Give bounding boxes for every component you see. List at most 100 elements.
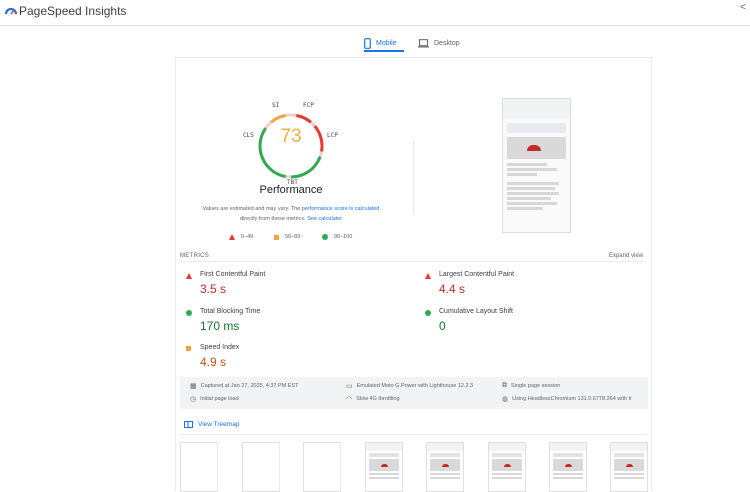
fail-triangle-icon bbox=[186, 273, 192, 279]
average-square-icon bbox=[274, 234, 279, 240]
pass-circle-icon bbox=[425, 310, 431, 316]
frame-line bbox=[369, 473, 399, 475]
view-treemap-button[interactable]: View Treemap bbox=[184, 417, 239, 431]
info-session: ⧉ Single page session bbox=[502, 382, 560, 390]
device-tabs: Mobile Desktop bbox=[0, 27, 750, 57]
frame-line bbox=[369, 477, 399, 479]
metric-value: 4.9 s bbox=[200, 355, 227, 369]
gauge-segment-tbt bbox=[290, 156, 322, 179]
info-emulated: ▭ Emulated Moto G Power with Lighthouse … bbox=[346, 382, 473, 390]
see-calculator-link[interactable]: See calculator bbox=[307, 216, 342, 222]
filmstrip-frame bbox=[365, 442, 403, 492]
thumb-text-line bbox=[507, 197, 551, 200]
frame-line bbox=[553, 473, 583, 475]
filmstrip-frame bbox=[488, 442, 526, 492]
frame-bar bbox=[614, 453, 644, 457]
frame-image bbox=[430, 459, 460, 471]
legend-fail-range: 0–49 bbox=[241, 234, 254, 240]
app-title: PageSpeed Insights bbox=[19, 4, 127, 18]
active-tab-indicator bbox=[364, 50, 404, 52]
captured-text: Captured at Jan 27, 2025, 4:37 PM EST bbox=[200, 383, 299, 389]
metric-value: 170 ms bbox=[200, 319, 240, 333]
laptop-icon bbox=[418, 38, 429, 47]
tab-desktop[interactable]: Desktop bbox=[418, 31, 460, 55]
info-browser: ◍ Using HeadlessChromium 131.0.6778.264 … bbox=[502, 395, 632, 403]
tab-mobile-label: Mobile bbox=[376, 39, 397, 47]
estimated-prefix: Values are estimated and may vary. The bbox=[202, 206, 301, 212]
gauge-tag-fcp: FCP bbox=[303, 102, 314, 109]
filmstrip-frame bbox=[303, 442, 341, 492]
frame-bar bbox=[369, 453, 399, 457]
thumb-text-line bbox=[507, 192, 559, 195]
filmstrip-frame bbox=[426, 442, 464, 492]
legend-fail: 0–49 bbox=[229, 234, 253, 240]
browser-icon: ◍ bbox=[502, 396, 509, 403]
thumb-text-line bbox=[507, 173, 537, 176]
frame-header bbox=[611, 443, 647, 451]
legend-average-range: 50–89 bbox=[285, 234, 301, 240]
metric-value: 0 bbox=[439, 319, 446, 333]
frame-line bbox=[614, 473, 644, 475]
phone-icon bbox=[364, 37, 371, 49]
throttling-text: Slow 4G throttling bbox=[356, 396, 400, 402]
legend-pass: 90–100 bbox=[322, 234, 352, 240]
thumb-hero-image bbox=[507, 137, 566, 159]
score-calculated-link[interactable]: performance score is calculated bbox=[302, 206, 380, 212]
thumb-text-line bbox=[507, 163, 547, 166]
report-panel: 73 SI FCP LCP TBT CLS Performance Values… bbox=[175, 57, 652, 492]
frame-header bbox=[366, 443, 402, 451]
thumb-header bbox=[503, 99, 570, 119]
thumb-text-line bbox=[507, 168, 557, 171]
calendar-icon: ▦ bbox=[190, 383, 197, 390]
tab-desktop-label: Desktop bbox=[434, 39, 460, 47]
filmstrip-frame bbox=[610, 442, 648, 492]
thumb-text-line bbox=[507, 202, 557, 205]
thumb-nav-bar bbox=[507, 123, 566, 133]
frame-line bbox=[430, 473, 460, 475]
app-header: PageSpeed Insights < bbox=[0, 0, 750, 26]
frame-bar bbox=[430, 453, 460, 457]
session-icon: ⧉ bbox=[502, 382, 507, 389]
session-text: Single page session bbox=[511, 383, 561, 389]
frame-image bbox=[553, 459, 583, 471]
info-initial-load: ◷ Initial page load bbox=[190, 395, 239, 403]
pass-circle-icon bbox=[186, 310, 192, 316]
timer-icon: ◷ bbox=[190, 396, 197, 403]
frame-image bbox=[369, 459, 399, 471]
filmstrip-frame bbox=[180, 442, 218, 492]
view-treemap-label: View Treemap bbox=[198, 420, 240, 428]
frame-line bbox=[492, 473, 522, 475]
frame-image bbox=[492, 459, 522, 471]
browser-text: Using HeadlessChromium 131.0.6778.264 wi… bbox=[512, 396, 632, 402]
thumb-text-line bbox=[507, 182, 559, 185]
fail-triangle-icon bbox=[425, 273, 431, 279]
estimated-note: Values are estimated and may vary. The p… bbox=[191, 204, 391, 224]
frame-header bbox=[550, 443, 586, 451]
metrics-divider bbox=[180, 261, 646, 262]
expand-view-button[interactable]: Expand view bbox=[609, 253, 643, 259]
thumb-text-line bbox=[507, 187, 555, 190]
frame-line bbox=[430, 477, 460, 479]
gauge-segment-fcp bbox=[296, 113, 312, 124]
gauge-tag-si: SI bbox=[272, 102, 280, 109]
treemap-divider bbox=[180, 434, 646, 435]
gauge-tag-lcp: LCP bbox=[327, 132, 338, 139]
share-button[interactable]: < bbox=[740, 2, 750, 20]
thumb-text-line bbox=[507, 207, 543, 210]
section-divider bbox=[413, 141, 414, 214]
metric-value: 4.4 s bbox=[439, 282, 466, 296]
frame-header bbox=[427, 443, 463, 451]
emulated-text: Emulated Moto G Power with Lighthouse 12… bbox=[356, 383, 474, 389]
wifi-icon: ◠ bbox=[346, 396, 353, 403]
frame-header bbox=[489, 443, 525, 451]
metric-name: Speed Index bbox=[200, 344, 240, 351]
initial-load-text: Initial page load bbox=[200, 396, 239, 402]
metric-name: Cumulative Layout Shift bbox=[439, 308, 513, 315]
final-screenshot[interactable] bbox=[502, 98, 571, 233]
frame-image bbox=[614, 459, 644, 471]
filmstrip-frame bbox=[242, 442, 280, 492]
average-square-icon bbox=[186, 346, 191, 351]
frame-line bbox=[553, 477, 583, 479]
frame-line bbox=[614, 477, 644, 479]
frame-bar bbox=[492, 453, 522, 457]
